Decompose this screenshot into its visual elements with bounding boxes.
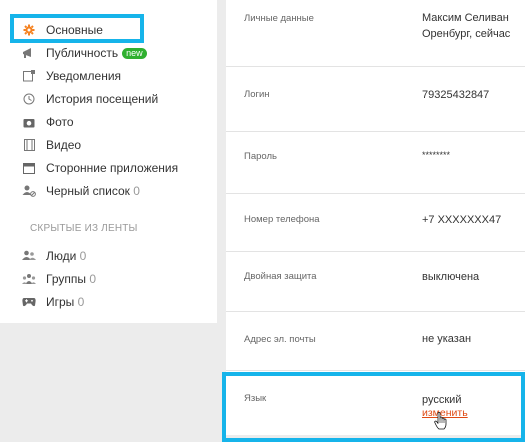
groups-count: 0 (89, 272, 97, 286)
sidebar-item-label: Уведомления (46, 69, 122, 83)
sidebar-item-history[interactable]: История посещений (0, 88, 217, 110)
row-divider (226, 66, 525, 67)
film-icon (22, 138, 36, 152)
sidebar-item-video[interactable]: Видео (0, 134, 217, 156)
people-icon (22, 249, 36, 263)
row-label: Номер телефона (244, 214, 320, 225)
sidebar-item-label: История посещений (46, 92, 159, 106)
hand-cursor-icon (434, 411, 448, 435)
groups-icon (22, 272, 36, 286)
app-window-icon (22, 161, 36, 175)
camera-icon (22, 115, 36, 129)
row-label: Личные данные (244, 13, 314, 24)
blocked-user-icon (22, 184, 36, 198)
sidebar-item-photo[interactable]: Фото (0, 111, 217, 133)
row-label: Адрес эл. почты (244, 334, 316, 345)
personal-name: Максим Селиван (422, 12, 509, 24)
sidebar-item-label: Черный список (46, 184, 130, 198)
settings-sidebar: Основные Публичность new Уведомления Исто… (0, 0, 217, 323)
row-divider (226, 311, 525, 312)
hidden-section-title: СКРЫТЫЕ ИЗ ЛЕНТЫ (30, 223, 138, 234)
row-divider (226, 131, 525, 132)
row-value: не указан (422, 333, 472, 345)
sidebar-item-notifications[interactable]: Уведомления (0, 65, 217, 87)
row-value: Максим Селиван Оренбург, сейчас (422, 10, 510, 42)
sidebar-item-apps[interactable]: Сторонние приложения (0, 157, 217, 179)
sidebar-item-groups[interactable]: Группы 0 (0, 268, 217, 290)
sidebar-item-label: Группы (46, 272, 86, 286)
personal-location: Оренбург, сейчас (422, 28, 511, 40)
row-divider (226, 370, 525, 371)
sidebar-item-label: Фото (46, 115, 74, 129)
row-value: 79325432847 (422, 89, 490, 101)
people-count: 0 (79, 249, 87, 263)
row-value: выключена (422, 271, 480, 283)
sidebar-item-blacklist[interactable]: Черный список 0 (0, 180, 217, 202)
sidebar-item-games[interactable]: Игры 0 (0, 291, 217, 313)
notification-icon (22, 69, 36, 83)
sidebar-item-label: Видео (46, 138, 82, 152)
row-label: Пароль (244, 151, 277, 162)
row-value: ******** (422, 150, 451, 160)
row-divider (226, 193, 525, 194)
sidebar-item-label: Люди (46, 249, 77, 263)
highlight-frame-main (10, 14, 144, 43)
row-divider (226, 251, 525, 252)
settings-content: Личные данные Максим Селиван Оренбург, с… (226, 0, 525, 435)
sidebar-item-label: Игры (46, 295, 75, 309)
history-icon (22, 92, 36, 106)
highlight-frame-language (222, 372, 525, 442)
row-value: +7 XXXXXXX47 (422, 214, 502, 226)
sidebar-item-publicity[interactable]: Публичность new (0, 42, 217, 64)
blacklist-count: 0 (133, 184, 140, 198)
games-count: 0 (77, 295, 85, 309)
megaphone-icon (22, 46, 36, 60)
row-label: Двойная защита (244, 271, 317, 282)
sidebar-item-label: Публичность (46, 46, 119, 60)
sidebar-item-people[interactable]: Люди 0 (0, 245, 217, 267)
row-label: Логин (244, 89, 270, 100)
new-badge: new (122, 48, 147, 59)
sidebar-item-label: Сторонние приложения (46, 161, 179, 175)
gamepad-icon (22, 295, 36, 309)
